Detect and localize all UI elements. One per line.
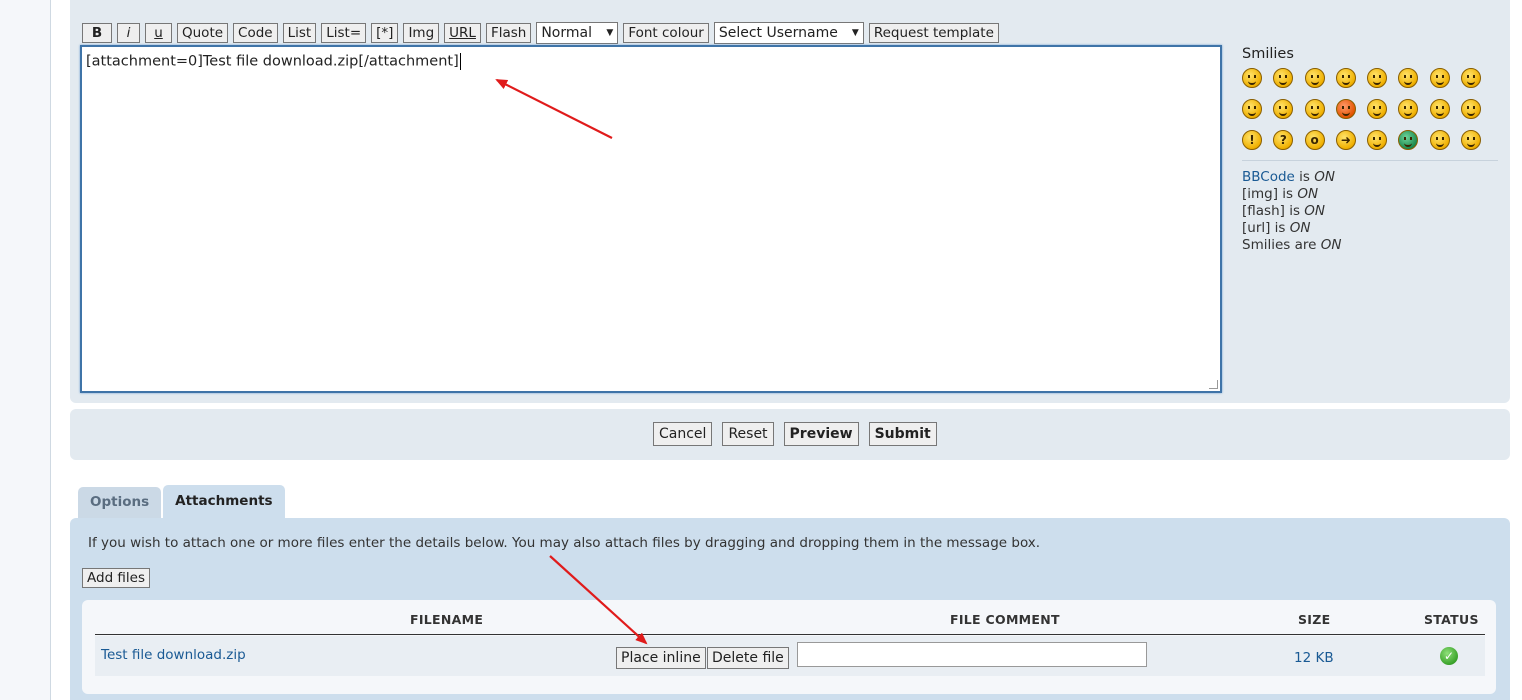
message-text: [attachment=0]Test file download.zip[/at… bbox=[86, 53, 459, 70]
header-status: STATUS bbox=[1424, 612, 1479, 627]
smiley-angry-icon[interactable] bbox=[1335, 99, 1356, 119]
smilies-sidebar: Smilies ! ? o ➜ BBCode is ON [img] is ON… bbox=[1242, 46, 1498, 254]
preview-button[interactable]: Preview bbox=[783, 422, 859, 446]
list-item-button[interactable]: [*] bbox=[371, 23, 399, 43]
question-icon[interactable]: ? bbox=[1273, 130, 1294, 150]
smilies-grid: ! ? o ➜ bbox=[1242, 68, 1498, 150]
smilies-status-line: Smilies are ON bbox=[1242, 237, 1342, 253]
header-file-comment: FILE COMMENT bbox=[950, 612, 1060, 627]
dropdown-arrow-icon: ▼ bbox=[606, 28, 614, 38]
tab-attachments[interactable]: Attachments bbox=[163, 485, 285, 518]
list-button[interactable]: List bbox=[282, 23, 317, 43]
add-files-button[interactable]: Add files bbox=[82, 568, 151, 588]
header-filename: FILENAME bbox=[410, 612, 484, 627]
smiley-twisted-icon[interactable] bbox=[1429, 99, 1450, 119]
underline-button[interactable]: u bbox=[145, 23, 172, 43]
sidebar-divider bbox=[1242, 160, 1498, 161]
attachments-panel: If you wish to attach one or more files … bbox=[70, 518, 1510, 700]
bbcode-status-line: BBCode is ON bbox=[1242, 169, 1335, 185]
bbcode-status: BBCode is ON [img] is ON [flash] is ON [… bbox=[1242, 169, 1498, 254]
img-button[interactable]: Img bbox=[403, 23, 440, 43]
smiley-neutral-icon[interactable] bbox=[1367, 99, 1388, 119]
bbcode-link[interactable]: BBCode bbox=[1242, 169, 1295, 185]
url-status-line: [url] is ON bbox=[1242, 220, 1311, 236]
smiley-geek-icon[interactable] bbox=[1429, 68, 1450, 88]
text-caret bbox=[459, 53, 461, 70]
exclamation-icon[interactable]: ! bbox=[1242, 130, 1262, 150]
flash-button[interactable]: Flash bbox=[485, 23, 532, 43]
smiley-surprised-icon[interactable] bbox=[1367, 68, 1388, 88]
username-value: Select Username bbox=[718, 25, 838, 41]
attachments-table: FILENAME FILE COMMENT SIZE STATUS Test f… bbox=[82, 600, 1496, 694]
header-divider bbox=[95, 634, 1485, 635]
attachment-filename-link[interactable]: Test file download.zip bbox=[101, 647, 246, 663]
check-icon: ✓ bbox=[1440, 647, 1458, 665]
message-textarea[interactable]: [attachment=0]Test file download.zip[/at… bbox=[80, 45, 1222, 393]
italic-button[interactable]: i bbox=[117, 23, 140, 43]
submit-buttons: Cancel Reset Preview Submit bbox=[653, 422, 937, 446]
file-comment-input[interactable] bbox=[797, 642, 1147, 667]
editor-panel: B i u Quote Code List List= [*] Img URL … bbox=[70, 0, 1510, 403]
tab-options[interactable]: Options bbox=[78, 487, 162, 518]
smiley-happy-icon[interactable] bbox=[1304, 99, 1325, 119]
quote-button[interactable]: Quote bbox=[177, 23, 229, 43]
dropdown-arrow-icon: ▼ bbox=[851, 28, 859, 38]
request-template-button[interactable]: Request template bbox=[868, 23, 999, 43]
smiley-eek-icon[interactable] bbox=[1398, 68, 1419, 88]
resize-handle-icon[interactable] bbox=[1209, 380, 1218, 389]
smiley-smile-icon[interactable] bbox=[1304, 68, 1325, 88]
form-tabs: Options Attachments bbox=[78, 485, 285, 518]
idea-icon[interactable]: o bbox=[1304, 130, 1325, 150]
attachments-info: If you wish to attach one or more files … bbox=[88, 535, 1041, 551]
font-size-select[interactable]: Normal ▼ bbox=[536, 22, 619, 44]
code-button[interactable]: Code bbox=[233, 23, 278, 43]
ordered-list-button[interactable]: List= bbox=[321, 23, 367, 43]
cancel-button[interactable]: Cancel bbox=[653, 422, 713, 446]
url-button[interactable]: URL bbox=[444, 23, 481, 43]
arrow-icon[interactable]: ➜ bbox=[1335, 130, 1356, 150]
bold-button[interactable]: B bbox=[82, 23, 112, 43]
reset-button[interactable]: Reset bbox=[722, 422, 774, 446]
smiley-confused-icon[interactable] bbox=[1335, 68, 1356, 88]
smilies-title: Smilies bbox=[1242, 46, 1294, 62]
username-select[interactable]: Select Username ▼ bbox=[713, 22, 864, 44]
smiley-nerd-icon[interactable] bbox=[1429, 130, 1450, 150]
delete-file-button[interactable]: Delete file bbox=[707, 647, 789, 669]
attachment-size: 12 KB bbox=[1294, 650, 1334, 666]
smiley-evil-icon[interactable] bbox=[1398, 99, 1419, 119]
font-size-value: Normal bbox=[541, 25, 592, 41]
smiley-glasses-icon[interactable] bbox=[1461, 130, 1482, 150]
flash-status-line: [flash] is ON bbox=[1242, 203, 1326, 219]
smiley-sad-icon[interactable] bbox=[1367, 130, 1388, 150]
place-inline-button[interactable]: Place inline bbox=[616, 647, 706, 669]
left-margin bbox=[0, 0, 51, 700]
font-colour-button[interactable]: Font colour bbox=[623, 23, 709, 43]
smiley-laugh-icon[interactable] bbox=[1242, 68, 1262, 88]
smiley-grin-icon[interactable] bbox=[1273, 68, 1294, 88]
submit-button[interactable]: Submit bbox=[868, 422, 937, 446]
smiley-mad-icon[interactable] bbox=[1273, 99, 1294, 119]
table-row: Test file download.zip Place inline Dele… bbox=[95, 636, 1485, 676]
smiley-cool-icon[interactable] bbox=[1461, 68, 1482, 88]
submit-panel: Cancel Reset Preview Submit bbox=[70, 409, 1510, 460]
img-status-line: [img] is ON bbox=[1242, 186, 1319, 202]
smiley-sick-icon[interactable] bbox=[1398, 130, 1419, 150]
smiley-rolleyes-icon[interactable] bbox=[1461, 99, 1482, 119]
header-size: SIZE bbox=[1298, 612, 1331, 627]
smiley-razz-icon[interactable] bbox=[1242, 99, 1262, 119]
bbcode-toolbar: B i u Quote Code List List= [*] Img URL … bbox=[82, 22, 999, 44]
post-form: B i u Quote Code List List= [*] Img URL … bbox=[51, 0, 1522, 700]
